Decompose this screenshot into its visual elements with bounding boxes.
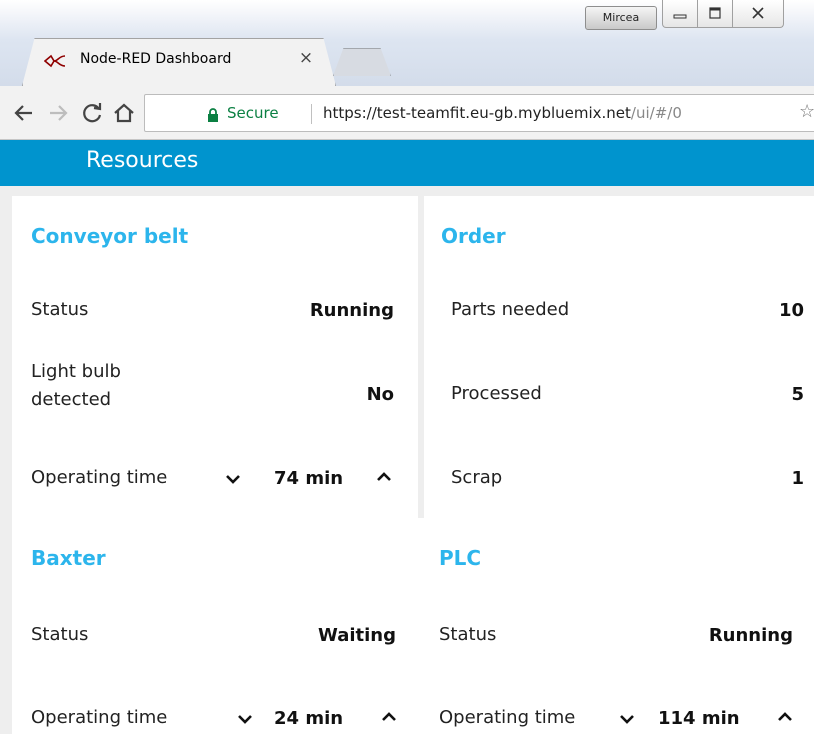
node-red-icon <box>43 53 66 69</box>
light-bulb-value: No <box>366 384 394 405</box>
forward-icon <box>50 105 68 121</box>
processed-value: 5 <box>791 384 804 405</box>
light-bulb-label: Light bulb detected <box>31 361 121 410</box>
page-title: Resources <box>86 148 199 173</box>
minimize-icon <box>673 14 687 19</box>
tab-title: Node-RED Dashboard <box>80 51 232 67</box>
chevron-down-icon[interactable] <box>616 708 638 730</box>
dashboard-content: Conveyor belt Status Running Light bulb … <box>0 186 814 734</box>
status-value: Waiting <box>317 625 396 646</box>
group-baxter: Baxter Status Waiting Operating time 24 … <box>12 518 418 734</box>
close-icon <box>752 7 764 19</box>
url-text[interactable]: https://test-teamfit.eu-gb.mybluemix.net… <box>323 104 682 122</box>
chevron-up-icon[interactable] <box>378 706 400 728</box>
back-button[interactable] <box>12 100 36 126</box>
chevron-down-icon[interactable] <box>222 468 244 490</box>
profile-button[interactable]: Mircea <box>585 6 657 30</box>
scrap-label: Scrap <box>451 467 503 488</box>
close-window-button[interactable] <box>732 0 784 28</box>
reload-button[interactable] <box>80 100 104 126</box>
chevron-down-icon[interactable] <box>234 708 256 730</box>
new-tab-button[interactable] <box>333 48 391 76</box>
operating-time-label: Operating time <box>31 707 168 728</box>
processed-label: Processed <box>451 383 542 404</box>
restore-icon <box>709 7 721 19</box>
parts-needed-label: Parts needed <box>451 299 570 320</box>
group-title: Baxter <box>31 546 106 570</box>
group-title: Conveyor belt <box>31 224 189 248</box>
browser-toolbar: Secure https://test-teamfit.eu-gb.myblue… <box>0 86 814 140</box>
status-label: Status <box>439 624 497 645</box>
parts-needed-value: 10 <box>778 300 804 321</box>
home-button[interactable] <box>112 100 136 126</box>
chevron-up-icon[interactable] <box>373 466 395 488</box>
secure-label: Secure <box>227 104 279 122</box>
chevron-up-icon[interactable] <box>774 706 796 728</box>
group-conveyor-belt: Conveyor belt Status Running Light bulb … <box>12 196 418 518</box>
lock-icon[interactable] <box>207 107 219 122</box>
group-order: Order Parts needed 10 Processed 5 Scrap … <box>424 196 814 518</box>
dashboard-header: Resources <box>0 140 814 186</box>
operating-time-label: Operating time <box>439 707 576 728</box>
title-bar: Node-RED Dashboard × Mircea <box>0 0 814 86</box>
operating-time-value: 24 min <box>274 708 344 729</box>
back-icon <box>14 105 32 121</box>
scrap-value: 1 <box>791 468 804 489</box>
status-label: Status <box>31 299 89 320</box>
url-divider <box>311 104 312 124</box>
url-path: /ui/#/0 <box>630 104 682 122</box>
group-title: PLC <box>439 546 482 570</box>
reload-icon <box>83 103 102 123</box>
status-label: Status <box>31 624 89 645</box>
forward-button[interactable] <box>46 100 70 126</box>
operating-time-label: Operating time <box>31 467 168 488</box>
status-value: Running <box>309 300 394 321</box>
group-title: Order <box>441 224 506 248</box>
operating-time-value: 74 min <box>274 468 344 489</box>
tab-close-icon[interactable]: × <box>296 48 316 68</box>
operating-time-value: 114 min <box>658 708 740 729</box>
home-icon <box>114 103 134 123</box>
address-bar[interactable]: Secure https://test-teamfit.eu-gb.myblue… <box>144 94 814 132</box>
status-value: Running <box>708 625 793 646</box>
star-icon[interactable]: ☆ <box>799 101 814 122</box>
minimize-button[interactable] <box>662 0 698 28</box>
group-plc: PLC Status Running Operating time 114 mi… <box>418 518 814 734</box>
url-host: https://test-teamfit.eu-gb.mybluemix.net <box>323 104 631 122</box>
tab-node-red-dashboard[interactable]: Node-RED Dashboard × <box>34 39 324 86</box>
browser-window: Node-RED Dashboard × Mircea Secure https… <box>0 0 814 734</box>
maximize-button[interactable] <box>697 0 733 28</box>
